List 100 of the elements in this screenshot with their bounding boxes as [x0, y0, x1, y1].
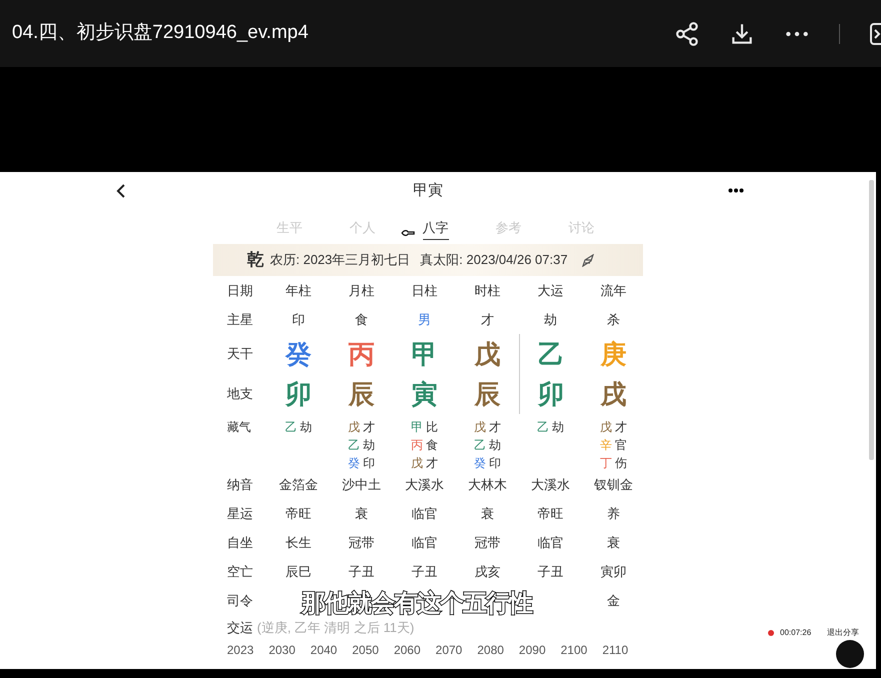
table-cell-text: 劫	[543, 310, 558, 329]
page-title: 甲寅	[413, 180, 443, 201]
hidden-stem: 乙	[348, 438, 360, 452]
row-label: 自坐	[227, 534, 254, 552]
table-cell-text: 钗钏金	[593, 476, 634, 494]
branch-character: 辰	[348, 378, 374, 410]
ten-god: 才	[489, 420, 502, 434]
row-label: 空亡	[227, 562, 254, 581]
hidden-stem: 戊	[348, 420, 360, 434]
year-label: 2100	[560, 642, 588, 659]
table-cell-text: 戌亥	[474, 562, 502, 581]
hidden-stem: 癸	[474, 456, 486, 470]
hidden-stem: 丙	[410, 438, 423, 452]
ten-god: 才	[426, 456, 438, 470]
table-cell-text: 帝旺	[284, 504, 312, 523]
table-cell-text: 临官	[536, 534, 564, 552]
column-header: 流年	[600, 282, 628, 300]
stem-character: 甲	[412, 338, 438, 370]
ten-god: 劫	[489, 438, 502, 452]
branch-character: 戌	[600, 378, 626, 410]
column-header: 日柱	[410, 282, 438, 300]
row-label: 藏气	[227, 419, 251, 436]
hidden-stem: 乙	[474, 438, 486, 452]
branch-character: 寅	[412, 378, 438, 410]
year-label: 2110	[602, 642, 628, 659]
table-cell-text: 冠带	[348, 534, 376, 552]
table-cell-text: 养	[606, 504, 621, 523]
branch-character: 辰	[474, 378, 500, 410]
ten-god: 劫	[363, 438, 376, 452]
hidden-stem: 戊	[600, 420, 612, 434]
year-label: 2060	[394, 642, 421, 659]
window-title: 04.四、初步识盘72910946_ev.mp4	[12, 21, 310, 46]
ten-god: 比	[426, 420, 438, 434]
table-cell-text: 临官	[410, 504, 438, 523]
row-label: 地支	[227, 385, 254, 404]
table-cell-text: 子丑	[348, 562, 376, 581]
table-cell-text: 沙中土	[341, 476, 382, 494]
table-cell-text: 大林木	[467, 476, 508, 494]
table-cell-text: 寅卯	[600, 562, 628, 581]
year-label: 2023	[227, 642, 254, 659]
table-cell-text: 子丑	[410, 562, 438, 581]
recording-time: 00:07:26	[780, 627, 812, 639]
row-label: 星运	[227, 504, 254, 523]
lunar-date: 农历: 2023年三月初七日	[270, 251, 410, 270]
ten-god: 劫	[300, 420, 312, 434]
table-cell-text: 印	[291, 310, 306, 329]
stem-character: 乙	[538, 338, 564, 370]
column-header: 时柱	[474, 282, 502, 300]
year-label: 2090	[518, 642, 546, 659]
hidden-stem: 乙	[536, 420, 549, 434]
ten-god: 才	[363, 420, 376, 434]
table-cell-text: 帝旺	[536, 504, 564, 523]
row-label: 主星	[227, 310, 254, 329]
year-label: 2080	[477, 642, 504, 659]
exit-share-link[interactable]: 退出分享	[825, 627, 862, 639]
table-cell-text: 衰	[354, 504, 369, 523]
column-header: 年柱	[284, 282, 312, 300]
ten-god: 印	[489, 456, 502, 470]
stem-character: 戊	[474, 338, 500, 370]
year-label: 2040	[310, 642, 338, 659]
table-cell-text: 大溪水	[404, 476, 445, 494]
table-cell-text: 大溪水	[530, 476, 571, 494]
hidden-stem: 乙	[284, 420, 297, 434]
table-cell-text: 金	[606, 592, 621, 610]
table-cell-text: 杀	[606, 310, 621, 329]
stem-character: 癸	[286, 338, 312, 370]
hidden-stem: 癸	[348, 456, 360, 470]
hidden-stem: 辛	[600, 438, 612, 452]
ten-god: 劫	[552, 420, 564, 434]
stem-character: 丙	[348, 338, 374, 370]
table-cell-text: 冠带	[474, 534, 502, 552]
ten-god: 才	[615, 420, 628, 434]
luck-detail: (逆庚, 乙年 清明 之后 11天)	[257, 619, 414, 638]
hidden-stem: 丁	[600, 456, 612, 470]
column-header: 日期	[227, 282, 254, 300]
table-cell-text: 临官	[410, 534, 438, 552]
solar-date: 真太阳: 2023/04/26 07:37	[420, 251, 568, 270]
table-cell-text: 衰	[480, 504, 495, 523]
column-header: 月柱	[348, 282, 376, 300]
table-cell-text: 长生	[284, 534, 312, 552]
table-cell-text: 子丑	[536, 562, 564, 581]
table-cell-text: 辰巳	[284, 562, 312, 581]
table-cell-text: 金箔金	[278, 476, 319, 494]
row-label: 纳音	[227, 476, 254, 494]
row-label: 天干	[227, 345, 254, 364]
table-cell-text: 才	[480, 310, 495, 329]
ten-god: 伤	[615, 456, 628, 470]
branch-character: 卯	[538, 378, 564, 410]
table-cell-text: 男	[417, 310, 432, 329]
row-label: 司令	[227, 592, 254, 610]
ten-god: 官	[615, 438, 628, 452]
hidden-stem: 戊	[474, 420, 486, 434]
ten-god: 印	[363, 456, 376, 470]
gender-label: 乾	[247, 249, 264, 272]
stem-character: 庚	[600, 338, 626, 370]
hidden-stem: 戊	[410, 456, 423, 470]
hidden-stem: 甲	[410, 420, 423, 434]
tab[interactable]: 八字	[422, 214, 448, 240]
subtitle-caption: 那他就会有这个五行性	[302, 588, 532, 619]
column-header: 大运	[536, 282, 564, 300]
